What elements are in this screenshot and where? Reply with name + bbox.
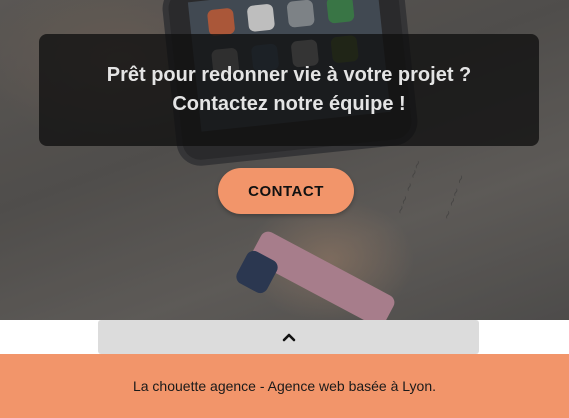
cta-headline-line2: Contactez notre équipe ! (172, 93, 406, 115)
hero-section: ~~ ~ ~~ ~ ~~ ~ Prêt pour redonner vie à … (0, 0, 569, 320)
chevron-up-icon (282, 333, 295, 342)
cta-headline-line1: Prêt pour redonner vie à votre projet ? (106, 64, 472, 86)
contact-button[interactable]: CONTACT (218, 168, 354, 214)
footer-text: La chouette agence - Agence web basée à … (132, 378, 437, 394)
footer: La chouette agence - Agence web basée à … (0, 354, 569, 418)
scroll-to-top-button[interactable] (98, 320, 479, 354)
cta-box: Prêt pour redonner vie à votre projet ? … (39, 34, 539, 146)
